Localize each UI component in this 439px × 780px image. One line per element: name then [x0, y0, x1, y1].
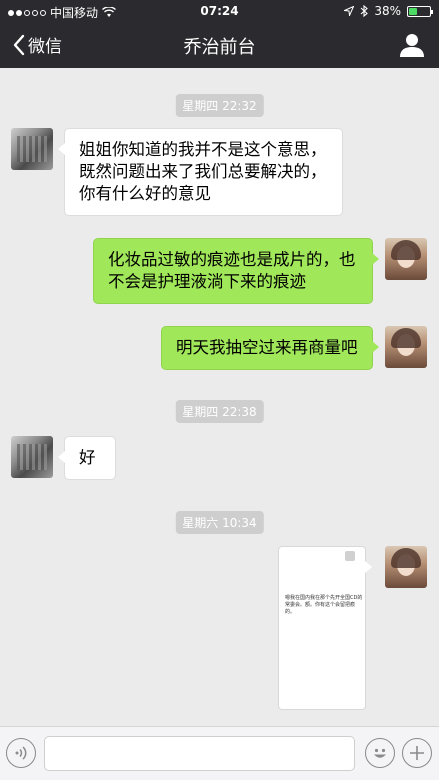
status-bar: 中国移动 07:24 38% — [0, 0, 439, 22]
message-bubble-outgoing[interactable]: 明天我抽空过来再商量吧 — [161, 326, 379, 370]
timestamp: 星期四 22:38 — [175, 400, 264, 423]
battery-percent: 38% — [374, 4, 401, 18]
location-arrow-icon — [344, 6, 355, 16]
emoji-icon — [374, 748, 386, 758]
avatar[interactable] — [385, 238, 427, 280]
profile-button[interactable] — [399, 32, 425, 58]
input-bar — [0, 726, 439, 780]
voice-button[interactable] — [6, 738, 36, 768]
avatar[interactable] — [11, 436, 53, 478]
avatar[interactable] — [385, 326, 427, 368]
message-input[interactable] — [44, 736, 355, 771]
avatar[interactable] — [385, 546, 427, 588]
status-right: 38% — [344, 4, 433, 18]
plus-icon — [410, 746, 424, 760]
message-bubble-outgoing[interactable]: 化妆品过敏的痕迹也是成片的，也不会是护理液淌下来的痕迹 — [93, 238, 379, 304]
chat-title: 乔治前台 — [183, 37, 256, 58]
avatar[interactable] — [11, 128, 53, 170]
image-message[interactable]: 嗯我在国内我在那个先开全国CD的常委会。额。你有这个会留把痕的。 — [278, 546, 372, 710]
timestamp: 星期四 22:32 — [175, 94, 264, 117]
voice-icon — [15, 746, 27, 760]
nav-bar: 微信 乔治前台 — [0, 22, 439, 68]
timestamp: 星期六 10:34 — [175, 511, 264, 534]
bluetooth-icon — [360, 5, 369, 17]
person-icon — [400, 34, 424, 57]
plus-button[interactable] — [402, 738, 432, 768]
top-bar: 中国移动 07:24 38% 微信 乔治前台 — [0, 0, 439, 68]
battery-icon — [407, 5, 433, 17]
image-corner-icon — [345, 551, 355, 561]
message-bubble-incoming[interactable]: 好 — [58, 436, 116, 480]
battery-fill — [409, 7, 417, 15]
message-bubble-incoming[interactable]: 姐姐你知道的我并不是这个意思，既然问题出来了我们总要解决的，你有什么好的意见 — [58, 128, 343, 216]
emoji-button[interactable] — [365, 738, 395, 768]
image-message-text: 嗯我在国内我在那个先开全国CD的常委会。额。你有这个会留把痕的。 — [285, 595, 363, 615]
